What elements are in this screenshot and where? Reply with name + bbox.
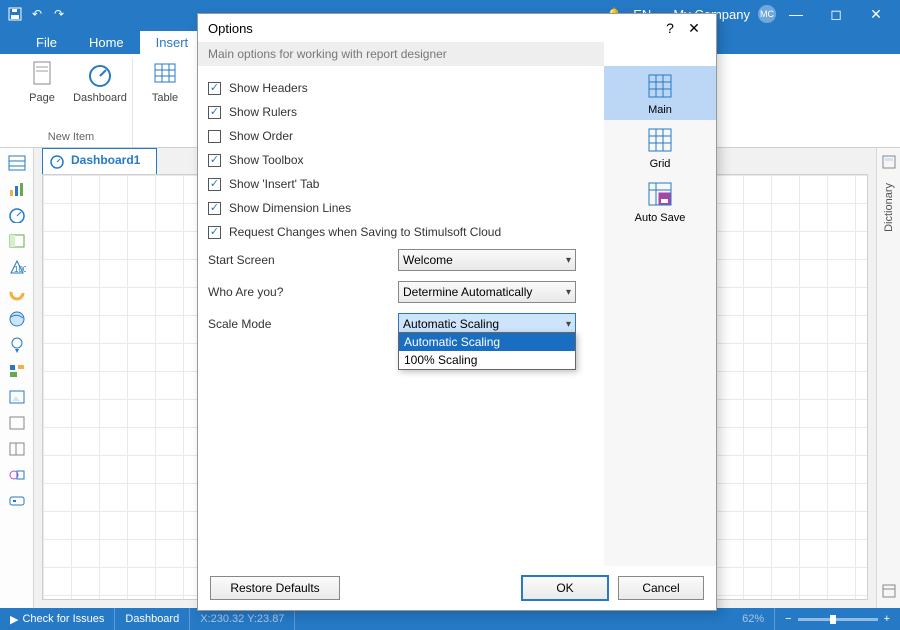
autosave-icon bbox=[646, 180, 674, 208]
chevron-down-icon: ▾ bbox=[566, 287, 571, 298]
toolbox-progress-icon[interactable] bbox=[5, 282, 29, 304]
checkbox-request-changes-cloud-label: Request Changes when Saving to Stimulsof… bbox=[229, 225, 501, 239]
close-button[interactable]: ✕ bbox=[856, 0, 896, 28]
category-grid[interactable]: Grid bbox=[604, 120, 716, 174]
category-autosave-label: Auto Save bbox=[635, 212, 686, 224]
toolbox-indicator-icon[interactable]: 100 bbox=[5, 256, 29, 278]
toolbox: 100 bbox=[0, 148, 34, 608]
redo-icon[interactable]: ↷ bbox=[48, 3, 70, 25]
zoom-out-icon[interactable]: − bbox=[785, 613, 791, 625]
category-grid-label: Grid bbox=[650, 158, 671, 170]
properties-icon[interactable] bbox=[881, 154, 897, 173]
checkbox-show-order[interactable] bbox=[208, 130, 221, 143]
checkbox-show-headers[interactable] bbox=[208, 82, 221, 95]
category-main-label: Main bbox=[648, 104, 672, 116]
avatar[interactable]: MC bbox=[758, 5, 776, 23]
ribbon-table[interactable]: Table bbox=[141, 58, 189, 104]
scale-mode-dropdown: Automatic Scaling 100% Scaling bbox=[398, 332, 576, 370]
toolbox-shape-icon[interactable] bbox=[5, 464, 29, 486]
start-screen-label: Start Screen bbox=[208, 253, 398, 267]
dialog-main-panel: Show Headers Show Rulers Show Order Show… bbox=[198, 66, 604, 566]
who-are-you-label: Who Are you? bbox=[208, 285, 398, 299]
right-panel: Dictionary bbox=[876, 148, 900, 608]
toolbox-gauge-icon[interactable] bbox=[5, 204, 29, 226]
checkbox-show-insert-tab[interactable] bbox=[208, 178, 221, 191]
checkbox-show-insert-tab-label: Show 'Insert' Tab bbox=[229, 177, 319, 191]
toolbox-button-icon[interactable] bbox=[5, 490, 29, 512]
ok-button[interactable]: OK bbox=[522, 576, 608, 600]
options-dialog: Options ? ✕ Main options for working wit… bbox=[197, 13, 717, 611]
dialog-close-button[interactable]: ✕ bbox=[682, 16, 706, 40]
checkbox-show-order-label: Show Order bbox=[229, 129, 293, 143]
svg-text:100: 100 bbox=[14, 265, 26, 274]
dictionary-panel-label[interactable]: Dictionary bbox=[883, 183, 895, 232]
toolbox-region-icon[interactable] bbox=[5, 308, 29, 330]
dialog-titlebar: Options ? ✕ bbox=[198, 14, 716, 42]
checkbox-show-headers-label: Show Headers bbox=[229, 81, 308, 95]
ribbon-dashboard-label: Dashboard bbox=[73, 92, 127, 104]
checkbox-show-toolbox[interactable] bbox=[208, 154, 221, 167]
checkbox-show-rulers[interactable] bbox=[208, 106, 221, 119]
document-tab[interactable]: Dashboard1 bbox=[42, 148, 157, 174]
status-zoom-value: 62% bbox=[732, 608, 775, 630]
report-tree-icon[interactable] bbox=[881, 583, 897, 602]
category-main[interactable]: Main bbox=[604, 66, 716, 120]
checkbox-show-rulers-label: Show Rulers bbox=[229, 105, 297, 119]
who-are-you-combo[interactable]: Determine Automatically▾ bbox=[398, 281, 576, 303]
toolbox-chart-icon[interactable] bbox=[5, 178, 29, 200]
grid-icon bbox=[646, 126, 674, 154]
zoom-slider[interactable]: − + bbox=[775, 613, 900, 625]
restore-defaults-button[interactable]: Restore Defaults bbox=[210, 576, 340, 600]
checkbox-show-dimension-lines[interactable] bbox=[208, 202, 221, 215]
status-coordinates: X:230.32 Y:23.87 bbox=[190, 608, 295, 630]
toolbox-panel-icon[interactable] bbox=[5, 438, 29, 460]
ribbon-table-label: Table bbox=[152, 92, 178, 104]
toolbox-table-icon[interactable] bbox=[5, 152, 29, 174]
toolbox-tree-icon[interactable] bbox=[5, 360, 29, 382]
document-tab-label: Dashboard1 bbox=[71, 153, 140, 167]
toolbox-image-icon[interactable] bbox=[5, 386, 29, 408]
dialog-categories: Main Grid Auto Save bbox=[604, 66, 716, 566]
cancel-button[interactable]: Cancel bbox=[618, 576, 704, 600]
checkbox-request-changes-cloud[interactable] bbox=[208, 226, 221, 239]
chevron-down-icon: ▾ bbox=[566, 255, 571, 266]
ribbon-page-label: Page bbox=[29, 92, 55, 104]
dashboard-icon bbox=[49, 153, 65, 169]
scale-mode-label: Scale Mode bbox=[208, 317, 398, 331]
maximize-button[interactable]: ◻ bbox=[816, 0, 856, 28]
ribbon-group-new-item: Page Dashboard New Item bbox=[10, 58, 133, 147]
status-bar: ▶Check for Issues Dashboard X:230.32 Y:2… bbox=[0, 608, 900, 630]
dialog-help-button[interactable]: ? bbox=[658, 16, 682, 40]
toolbox-online-icon[interactable] bbox=[5, 334, 29, 356]
ribbon-group-label: New Item bbox=[48, 128, 94, 147]
dialog-subtitle: Main options for working with report des… bbox=[198, 42, 604, 66]
ribbon-page[interactable]: Page bbox=[18, 58, 66, 104]
play-icon: ▶ bbox=[10, 613, 18, 626]
toolbox-text-icon[interactable] bbox=[5, 412, 29, 434]
dialog-title: Options bbox=[208, 21, 253, 36]
ribbon-dashboard[interactable]: Dashboard bbox=[76, 58, 124, 104]
scale-mode-option-100[interactable]: 100% Scaling bbox=[399, 351, 575, 369]
chevron-down-icon: ▾ bbox=[566, 319, 571, 330]
undo-icon[interactable]: ↶ bbox=[26, 3, 48, 25]
tab-insert[interactable]: Insert bbox=[140, 31, 205, 54]
scale-mode-option-automatic[interactable]: Automatic Scaling bbox=[399, 333, 575, 351]
save-icon[interactable] bbox=[4, 3, 26, 25]
status-check-issues[interactable]: ▶Check for Issues bbox=[0, 608, 115, 630]
minimize-button[interactable]: ― bbox=[776, 0, 816, 28]
tab-home[interactable]: Home bbox=[73, 31, 140, 54]
category-autosave[interactable]: Auto Save bbox=[604, 174, 716, 228]
dialog-footer: Restore Defaults OK Cancel bbox=[198, 566, 716, 610]
status-dashboard[interactable]: Dashboard bbox=[115, 608, 190, 630]
tab-file[interactable]: File bbox=[20, 31, 73, 54]
zoom-in-icon[interactable]: + bbox=[884, 613, 890, 625]
grid-icon bbox=[646, 72, 674, 100]
checkbox-show-toolbox-label: Show Toolbox bbox=[229, 153, 304, 167]
start-screen-combo[interactable]: Welcome▾ bbox=[398, 249, 576, 271]
toolbox-pivot-icon[interactable] bbox=[5, 230, 29, 252]
checkbox-show-dimension-lines-label: Show Dimension Lines bbox=[229, 201, 351, 215]
